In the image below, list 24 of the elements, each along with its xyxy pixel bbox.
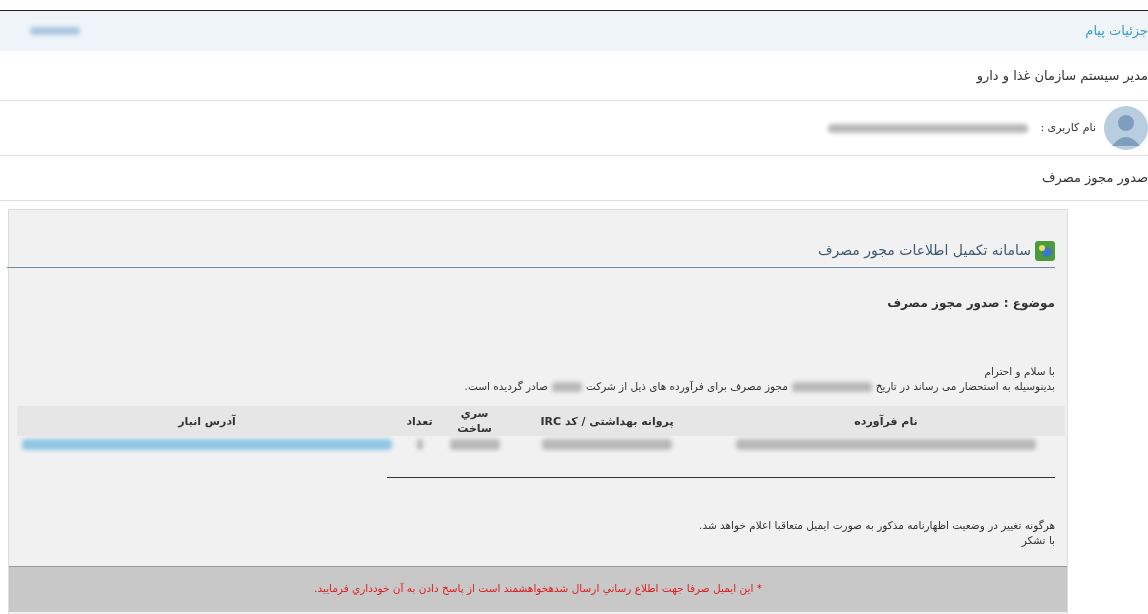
- column-header: آدرس انبار: [17, 406, 397, 436]
- avatar-icon: [1104, 106, 1148, 150]
- closing-text: با تشکر: [1021, 533, 1055, 546]
- redacted-text: [30, 27, 80, 35]
- username-label: نام کاربری :: [1040, 119, 1096, 136]
- column-header: پروانه بهداشتی / کد IRC: [507, 406, 707, 436]
- body-text: بدینوسیله به استحضار می رساند در تاریخ: [875, 379, 1055, 394]
- body-text: صادر گردیده است.: [464, 379, 548, 394]
- sender-name: مدیر سیستم سازمان غذا و دارو: [976, 66, 1148, 86]
- column-header: سري ساخت: [442, 406, 507, 436]
- redacted-text: [449, 438, 500, 450]
- redacted-text: [551, 381, 582, 392]
- closing-text: هرگونه تغییر در وضعیت اظهارنامه مذکور به صورت ایمیل متعاقبا اعلام خواهد شد.: [699, 518, 1055, 531]
- column-header: تعداد: [397, 406, 442, 436]
- redacted-text: [416, 438, 423, 450]
- system-title: سامانه تکمیل اطلاعات مجور مصرف: [817, 241, 1031, 261]
- column-header: نام فرآورده: [707, 406, 1065, 436]
- system-logo-icon: [1035, 240, 1055, 261]
- message-subject: صدور مجوز مصرف: [1042, 169, 1148, 188]
- email-subject-line: موضوع : صدور مجوز مصرف: [887, 296, 1055, 310]
- footer-note: * اين ايميل صرفا جهت اطلاع رساني ارسال شدهخواهشمند است از پاسخ دادن به آن خودداري فرماييد.: [314, 581, 762, 597]
- page-title: جزئیات پیام: [1085, 22, 1148, 41]
- greeting-text: با سلام و احترام: [984, 365, 1055, 377]
- body-text: مجوز مصرف برای فرآورده های ذیل از شرکت: [585, 379, 788, 394]
